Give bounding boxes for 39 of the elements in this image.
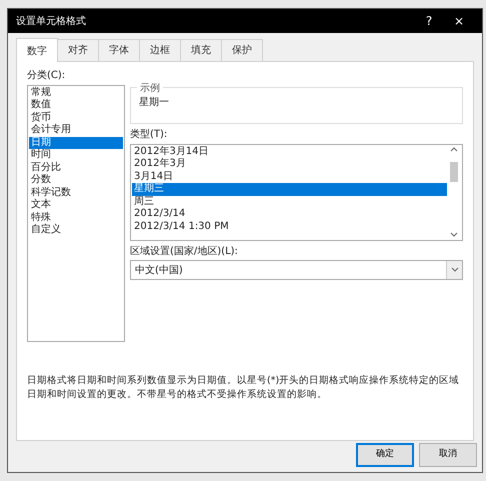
ok-button[interactable]: 确定 [356,443,414,467]
type-item[interactable]: 周三 [132,196,447,208]
dropdown-caret-icon [450,267,458,273]
type-item[interactable]: 2012年3月 [132,158,447,170]
category-item[interactable]: 时间 [29,149,123,162]
locale-dropdown[interactable]: 中文(中国) [130,260,463,280]
category-item[interactable]: 特殊 [29,212,123,224]
type-label: 类型(T): [130,129,168,141]
type-list[interactable]: 2012年3月14日 2012年3月 3月14日 星期三 周三 2012/3/14 2012/3/14 1:30 PM [130,144,463,240]
tab[interactable]: 数字 [16,38,58,62]
type-item[interactable]: 星期三 [132,183,447,196]
category-label: 分类(C): [27,70,66,82]
scroll-thumb[interactable] [450,162,458,182]
close-button[interactable]: × [444,12,474,30]
scroll-down-icon[interactable] [450,232,458,238]
category-item[interactable]: 货币 [29,112,123,124]
window-title: 设置单元格格式 [16,14,87,28]
sample-value: 星期一 [139,96,170,110]
type-item[interactable]: 2012/3/14 [132,208,447,220]
locale-label: 区域设置(国家/地区)(L): [130,246,239,258]
scrollbar[interactable] [447,146,461,238]
help-button[interactable]: ? [414,12,444,30]
category-item[interactable]: 常规 [29,86,123,99]
category-item[interactable]: 分数 [29,174,123,186]
type-item[interactable]: 2012/3/14 1:30 PM [132,220,447,233]
category-item[interactable]: 文本 [29,199,123,212]
category-item[interactable]: 自定义 [29,224,123,236]
category-item[interactable]: 日期 [29,136,123,149]
category-item[interactable]: 数值 [29,99,123,112]
cancel-button[interactable]: 取消 [419,443,477,467]
category-item[interactable]: 科学记数 [29,186,123,199]
type-item[interactable]: 3月14日 [132,170,447,183]
tab[interactable]: 保护 [221,39,263,61]
category-item[interactable]: 百分比 [29,162,123,174]
description-text: 日期格式将日期和时间系列数值显示为日期值。以星号(*)开头的日期格式响应操作系统特定的区域日期和时间设置的更改。不带星号的格式不受操作系统设置的影响。 [27,374,460,402]
category-list[interactable]: 常规 数值 货币 会计专用 日期 时间 百分比 分数 科学记数 文本 特殊 自定义 [27,84,125,342]
type-item[interactable]: 2012年3月14日 [132,146,447,158]
category-item[interactable]: 会计专用 [29,124,123,136]
scroll-up-icon[interactable] [450,146,458,152]
